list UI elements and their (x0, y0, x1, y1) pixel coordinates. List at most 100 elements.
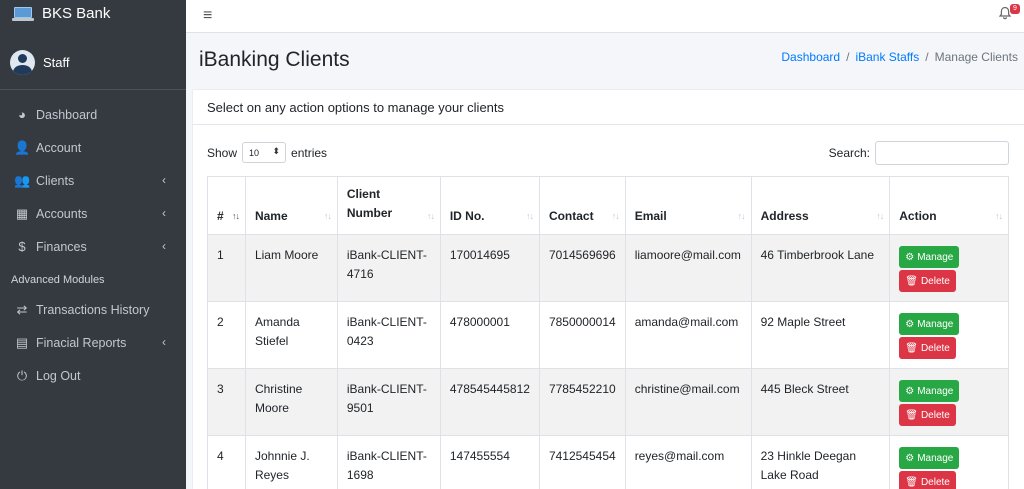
table-row: 1 Liam Moore iBank-CLIENT-4716 170014695… (207, 234, 1009, 302)
manage-button[interactable]: ⚙ Manage (899, 313, 960, 335)
search-label: Search: (828, 146, 870, 160)
sidebar-item-transactions-history[interactable]: ⇄ Transactions History (0, 293, 186, 326)
nav-header-advanced: Advanced Modules (11, 274, 105, 286)
sidebar-item-label: Accounts (36, 206, 88, 221)
sidebar-divider (0, 89, 186, 90)
show-label: Show (207, 145, 238, 160)
cell-action: ⚙ Manage 🗑 Delete (889, 301, 1009, 369)
sort-icon: ↑↓ (323, 211, 332, 221)
top-navbar: ≡ 9 (186, 0, 1024, 33)
cell-email: liamoore@mail.com (624, 234, 752, 302)
sidebar-item-accounts[interactable]: ▦ Accounts ‹ (0, 197, 186, 230)
manage-button[interactable]: ⚙ Manage (899, 380, 960, 402)
column-header-name[interactable]: Name ↑↓ (244, 176, 338, 235)
delete-button[interactable]: 🗑 Delete (899, 270, 956, 292)
sidebar: BKS Bank Staff ◕ Dashboard 👤 Account 👥 C… (0, 0, 186, 489)
sort-icon: ↑↓ (995, 211, 1003, 221)
cogs-icon: ⚙ (905, 452, 915, 464)
avatar (10, 49, 35, 75)
sidebar-item-label: Clients (36, 173, 75, 188)
cell-number: 1 (207, 234, 246, 302)
column-header-number[interactable]: # ↑↓ (207, 176, 246, 235)
sidebar-nav: ◕ Dashboard 👤 Account 👥 Clients ‹ ▦ Acco… (0, 98, 186, 392)
cell-id-no: 147455554 (439, 435, 540, 489)
manage-button[interactable]: ⚙ Manage (899, 246, 960, 268)
brand-link[interactable]: BKS Bank (0, 0, 186, 27)
cell-address: 92 Maple Street (750, 301, 891, 369)
sort-icon: ↑↓ (525, 211, 534, 221)
breadcrumb-dashboard[interactable]: Dashboard (781, 50, 840, 64)
breadcrumb-separator: / (846, 50, 850, 64)
sort-icon: ↑↓ (737, 211, 746, 221)
search-input[interactable] (875, 141, 1009, 165)
sidebar-item-label: Log Out (36, 368, 81, 383)
breadcrumb-ibank-staffs[interactable]: iBank Staffs (855, 50, 919, 64)
cell-address: 46 Timberbrook Lane (750, 234, 891, 302)
sidebar-item-clients[interactable]: 👥 Clients ‹ (0, 164, 186, 197)
breadcrumb: Dashboard / iBank Staffs / Manage Client… (781, 50, 1018, 64)
table-header-row: # ↑↓ Name ↑↓ Client Number ↑↓ ID No. ↑↓ Cont… (207, 176, 1009, 235)
sidebar-item-log-out[interactable]: ⏻ Log Out (0, 359, 186, 392)
sort-icon: ↑↓ (876, 211, 884, 221)
user-name: Staff (43, 54, 70, 70)
power-off-icon: ⏻ (16, 367, 28, 383)
column-header-client-number[interactable]: Client Number ↑↓ (336, 176, 441, 235)
manage-button[interactable]: ⚙ Manage (899, 447, 960, 469)
cell-id-no: 478545445812 (439, 368, 540, 436)
sidebar-item-dashboard[interactable]: ◕ Dashboard (0, 98, 186, 131)
cell-client-number: iBank-CLIENT-0423 (336, 301, 441, 369)
cell-id-no: 478000001 (439, 301, 540, 369)
trash-icon: 🗑 (905, 275, 918, 287)
sidebar-item-financial-reports[interactable]: ▤ Finacial Reports ‹ (0, 326, 186, 359)
sort-icon: ↑↓ (611, 211, 620, 221)
sidebar-item-label: Finacial Reports (36, 335, 127, 350)
clients-table: # ↑↓ Name ↑↓ Client Number ↑↓ ID No. ↑↓ Cont… (207, 176, 1009, 489)
sidebar-item-account[interactable]: 👤 Account (0, 131, 186, 164)
cell-email: amanda@mail.com (624, 301, 752, 369)
brand-name: BKS Bank (42, 5, 111, 22)
table-search: Search: (829, 141, 1009, 165)
hamburger-menu-icon[interactable]: ≡ (203, 7, 212, 25)
cell-email: reyes@mail.com (624, 435, 752, 489)
cell-address: 23 Hinkle Deegan Lake Road (750, 435, 891, 489)
delete-button[interactable]: 🗑 Delete (899, 404, 956, 426)
bank-logo-icon (12, 6, 34, 21)
user-tie-icon: 👤 (14, 139, 31, 155)
column-header-address[interactable]: Address ↑↓ (750, 176, 891, 235)
sidebar-item-finances[interactable]: $ Finances ‹ (0, 230, 186, 263)
exchange-icon: ⇄ (16, 301, 28, 317)
table-row: 4 Johnnie J. Reyes iBank-CLIENT-1698 147… (207, 435, 1009, 489)
page-title: iBanking Clients (199, 48, 350, 71)
cogs-icon: ⚙ (905, 385, 915, 397)
chevron-left-icon: ‹ (162, 173, 166, 187)
cell-action: ⚙ Manage 🗑 Delete (889, 368, 1009, 436)
breadcrumb-current: Manage Clients (934, 50, 1018, 64)
trash-icon: 🗑 (905, 409, 918, 421)
sort-icon: ↑↓ (426, 211, 435, 221)
column-header-id-no[interactable]: ID No. ↑↓ (439, 176, 540, 235)
briefcase-icon: ▦ (15, 205, 29, 221)
tachometer-icon: ◕ (18, 107, 26, 122)
delete-button[interactable]: 🗑 Delete (899, 337, 956, 359)
column-header-action[interactable]: Action ↑↓ (889, 176, 1009, 235)
sidebar-item-label: Account (36, 140, 82, 155)
cell-client-number: iBank-CLIENT-4716 (336, 234, 441, 302)
chevron-left-icon: ‹ (162, 239, 166, 253)
entries-length-control: Show 10 ⬍ entries (207, 142, 327, 163)
user-panel[interactable]: Staff (0, 45, 186, 79)
cell-contact: 7785452210 (538, 368, 626, 436)
clients-card: Select on any action options to manage y… (193, 90, 1024, 489)
cell-client-number: iBank-CLIENT-1698 (336, 435, 441, 489)
delete-button[interactable]: 🗑 Delete (899, 471, 956, 489)
column-header-email[interactable]: Email ↑↓ (624, 176, 752, 235)
entries-select[interactable]: 10 ⬍ (242, 142, 287, 163)
table-row: 3 Christine Moore iBank-CLIENT-9501 4785… (207, 368, 1009, 436)
cell-id-no: 170014695 (439, 234, 540, 302)
cell-name: Amanda Stiefel (244, 301, 338, 369)
column-header-contact[interactable]: Contact ↑↓ (538, 176, 626, 235)
sort-asc-icon: ↑↓ (231, 211, 240, 221)
cogs-icon: ⚙ (905, 318, 915, 330)
cell-number: 2 (207, 301, 246, 369)
cell-name: Johnnie J. Reyes (244, 435, 338, 489)
users-icon: 👥 (14, 172, 31, 188)
